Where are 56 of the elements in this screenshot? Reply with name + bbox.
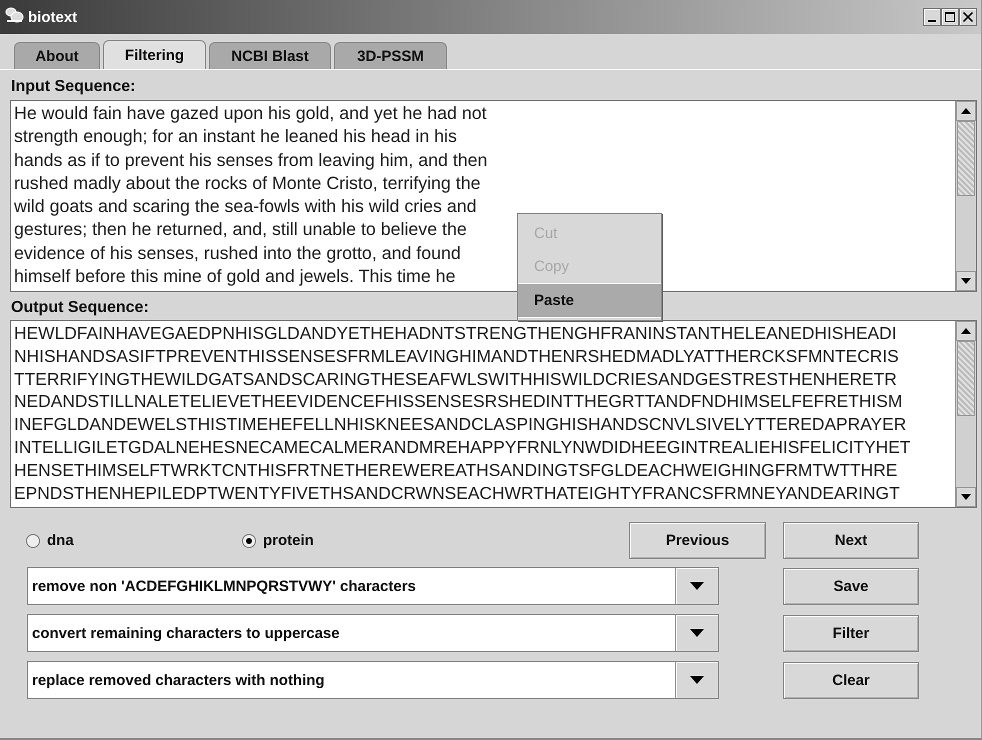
window-title: biotext (28, 8, 78, 26)
scroll-up-button[interactable] (956, 321, 976, 341)
button[interactable]: Previous (629, 522, 766, 559)
text-line: rushed madly about the rocks of Monte Cristo, terrifying the (14, 172, 480, 195)
filter-dropdown[interactable]: remove non 'ACDEFGHIKLMNPQRSTVWY' characters (27, 567, 719, 605)
radio-label: protein (263, 532, 314, 549)
text-line: gestures; then he returned, and, still unable to believe the (14, 218, 467, 242)
section-label: Output Sequence: (11, 298, 149, 318)
sequence-line: TTERRIFYINGTHEWILDGATSANDSCARINGTHESEAFWLSWITHHISWILDCRIESANDGESTRESTHENHERETR (14, 368, 897, 390)
up-arrow-icon (961, 328, 971, 334)
filter-dropdown[interactable]: replace removed characters with nothing (27, 661, 719, 699)
up-arrow-icon (961, 108, 971, 114)
menu-item[interactable]: Paste (518, 283, 661, 318)
button[interactable]: Filter (783, 614, 919, 652)
button[interactable]: Save (783, 568, 919, 604)
radio-button[interactable] (26, 534, 40, 548)
down-arrow-icon (961, 278, 971, 284)
close-icon (963, 12, 973, 22)
sequence-line: INTELLIGILETGDALNEHESNECAMECALMERANDMREHAPPYFRNLYNWDIDHEEGINTREALIEHISFELICITYHET (14, 436, 910, 459)
tab[interactable]: NCBI Blast (209, 42, 331, 69)
maximize-icon (945, 12, 955, 22)
radio-label: dna (47, 532, 74, 549)
button[interactable]: Clear (783, 662, 919, 698)
text-line: hands as if to prevent his senses from leaving him, and then (14, 148, 488, 172)
caret-icon (690, 582, 704, 590)
down-arrow-icon (961, 494, 971, 500)
scroll-down-button[interactable] (956, 271, 976, 291)
text-line: himself before this mine of gold and jewels. This time he (14, 265, 456, 288)
text-line: wild goats and scaring the sea-fowls with his wild cries and (14, 195, 477, 218)
minimize-button[interactable] (923, 8, 941, 26)
caret-icon (690, 676, 704, 684)
button[interactable]: Next (783, 522, 919, 559)
sequence-line: HENSETHIMSELFTWRKTCNTHISFRTNETHEREWEREATHSANDINGTSFGLDEACHWEIGHINGFRMTWTTHRE (14, 458, 898, 482)
scroll-up-button[interactable] (956, 101, 976, 121)
scroll-thumb[interactable] (957, 121, 975, 196)
scroll-thumb[interactable] (957, 341, 975, 416)
caret-icon (690, 629, 704, 637)
scroll-down-button[interactable] (956, 487, 976, 507)
radio-button[interactable] (242, 534, 256, 548)
filter-dropdown[interactable]: convert remaining characters to uppercase (27, 614, 719, 652)
tab[interactable]: 3D-PSSM (334, 42, 447, 69)
text-line: He would fain have gazed upon his gold, and yet he had not (14, 102, 487, 125)
sequence-line: INEFGLDANDEWELSTHISTIMEHEFELLNHISKNEESANDCLASPINGHISHANDSCNVLSIVELYTTEREDAPRAYER (14, 413, 906, 436)
section-label: Input Sequence: (11, 77, 136, 97)
text-line: strength enough; for an instant he leaned his head in his (14, 125, 457, 148)
sequence-line: NEDANDSTILLNALETELIEVETHEEVIDENCEFHISSENSESRSHEDINTTHEGRTTANDFNDHIMSELFEFRETHISM (14, 390, 902, 414)
sequence-line: HEWLDFAINHAVEGAEDPNHISGLDANDYETHEHADNTSTRENGTHENGHFRANINSTANTHELEANEDHISHEADI (14, 322, 897, 345)
sequence-line: NHISHANDSASIFTPREVENTHISSENSESFRMLEAVINGHIMANDTHENRSHEDMADLYATTHERCKSFMNTECRIS (14, 344, 899, 368)
maximize-button[interactable] (941, 8, 959, 26)
sequence-line: EPNDSTHENHEPILEDPTWENTYFIVETHSANDCRWNSEACHWRTHATEIGHTYFRANCSFRMNEYANDEARINGT (14, 482, 900, 504)
text-line: evidence of his senses, rushed into the grotto, and found (14, 242, 461, 265)
minimize-icon (928, 20, 936, 22)
tab[interactable]: Filtering (103, 40, 206, 69)
app-icon (4, 6, 24, 24)
tab[interactable]: About (14, 42, 100, 69)
close-button[interactable] (959, 8, 977, 26)
